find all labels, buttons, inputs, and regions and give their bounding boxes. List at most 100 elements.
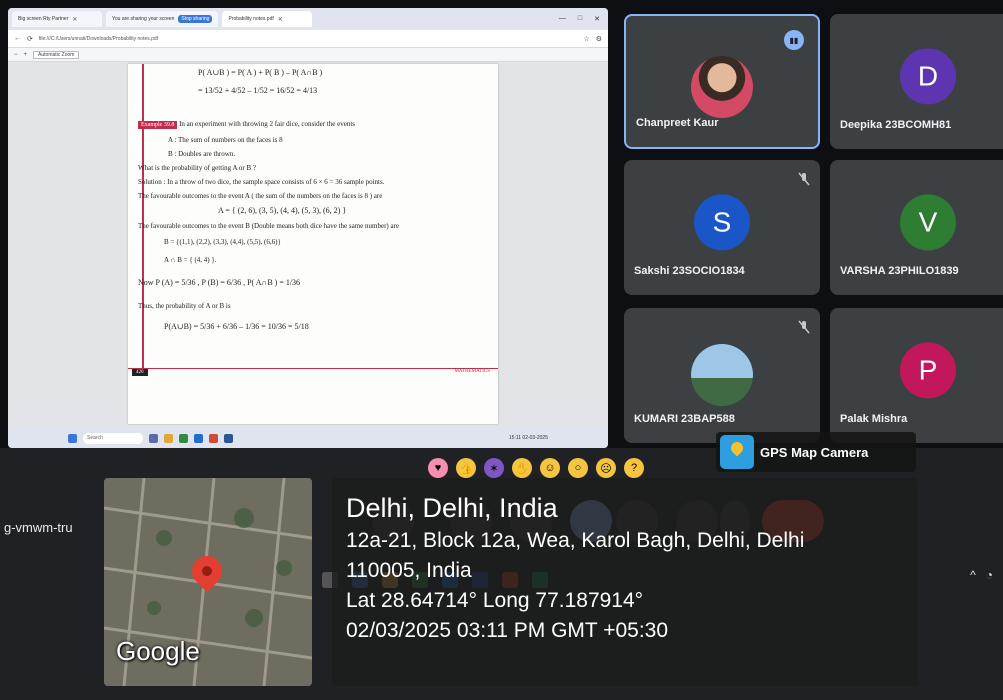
chevron-up-icon[interactable]: ^ bbox=[970, 568, 976, 582]
browser-tabbar: Big screen Rty Partner ✕ You are sharing… bbox=[8, 8, 608, 30]
maximize-icon[interactable]: □ bbox=[578, 15, 582, 23]
pdf-line: A = { (2, 6), (3, 5), (4, 4), (5, 3), (6… bbox=[218, 206, 347, 215]
pdf-line: P( A∪B ) = P( A ) + P( B ) – P( A∩B ) bbox=[198, 68, 323, 77]
pdf-line: = 13/52 + 4/52 – 1/52 = 16/52 = 4/13 bbox=[198, 86, 318, 95]
google-map-label: Google bbox=[116, 636, 200, 666]
gps-camera-logo-icon bbox=[720, 435, 754, 469]
file-explorer-icon[interactable] bbox=[164, 433, 173, 443]
taskbar-search[interactable]: Search bbox=[83, 432, 143, 444]
participant-photo bbox=[691, 56, 753, 118]
pdf-line: A ∩ B = { (4, 4) }. bbox=[164, 256, 217, 264]
pdf-line: A : The sum of numbers on the faces is 8 bbox=[168, 136, 283, 144]
participant-tile[interactable]: D Deepika 23BCOMH81 bbox=[830, 14, 1003, 149]
pdf-viewer: P( A∪B ) = P( A ) + P( B ) – P( A∩B ) = … bbox=[8, 62, 608, 428]
participant-name: Palak Mishra bbox=[840, 413, 908, 425]
sad-reaction-icon[interactable]: ☹ bbox=[596, 458, 616, 478]
laugh-reaction-icon[interactable]: ☺ bbox=[540, 458, 560, 478]
participant-tile[interactable]: ▮▮ Chanpreet Kaur bbox=[624, 14, 820, 149]
reload-icon[interactable]: ⟳ bbox=[27, 35, 33, 43]
mic-off-icon bbox=[798, 320, 810, 334]
pdf-line: Example 39.8 In an experiment with throw… bbox=[138, 120, 355, 129]
tab-label: Probability notes.pdf bbox=[228, 16, 274, 22]
surprised-reaction-icon[interactable]: ○ bbox=[568, 458, 588, 478]
pdf-page: P( A∪B ) = P( A ) + P( B ) – P( A∩B ) = … bbox=[128, 64, 498, 424]
participant-tile[interactable]: KUMARI 23BAP588 bbox=[624, 308, 820, 443]
pdf-line: Now P (A) = 5/36 , P (B) = 6/36 , P( A∩B… bbox=[138, 278, 301, 287]
gps-coordinates: Lat 28.64714° Long 77.187914° bbox=[346, 589, 644, 612]
zoom-out-icon[interactable]: − bbox=[14, 52, 18, 58]
extensions-icon[interactable]: ⚙ bbox=[596, 35, 602, 43]
page-footer-mark: MATHEMATICS bbox=[454, 369, 490, 374]
mic-off-icon bbox=[798, 172, 810, 186]
page-number: 420 bbox=[132, 369, 148, 376]
participant-tile[interactable]: P Palak Mishra bbox=[830, 308, 1003, 443]
zoom-select[interactable]: Automatic Zoom bbox=[33, 50, 80, 59]
pdf-line: The favourable outcomes to the event A (… bbox=[138, 192, 383, 200]
star-icon[interactable]: ☆ bbox=[583, 35, 589, 43]
taskbar-clock: 15:11 02-03-2025 bbox=[508, 435, 548, 441]
gps-city: Delhi, Delhi, India bbox=[346, 493, 558, 523]
windows-start-icon[interactable] bbox=[68, 433, 77, 443]
pdf-line: B = {(1,1), (2,2), (3,3), (4,4), (5,5), … bbox=[164, 238, 281, 246]
network-icon[interactable]: ◔ bbox=[986, 568, 993, 582]
tab-label: Big screen Rty Partner bbox=[18, 16, 69, 22]
thumbs-up-reaction-icon[interactable]: 👍 bbox=[456, 458, 476, 478]
pdf-line: What is the probability of getting A or … bbox=[138, 164, 257, 172]
window-controls: — □ ✕ bbox=[559, 15, 604, 23]
participant-name: Chanpreet Kaur bbox=[636, 117, 719, 129]
participant-avatar: S bbox=[694, 193, 750, 250]
participant-name: VARSHA 23PHILO1839 bbox=[840, 265, 959, 277]
word-icon[interactable] bbox=[224, 433, 233, 443]
shared-screen: Big screen Rty Partner ✕ You are sharing… bbox=[8, 8, 608, 448]
page-footer-line bbox=[128, 368, 498, 378]
participant-name: Deepika 23BCOMH81 bbox=[840, 119, 952, 131]
system-tray: ^ ◔ bbox=[970, 568, 993, 582]
participant-tile[interactable]: V VARSHA 23PHILO1839 bbox=[830, 160, 1003, 295]
participant-name: KUMARI 23BAP588 bbox=[634, 413, 735, 425]
gps-address-line2: 110005, India bbox=[346, 559, 472, 582]
browser-tab-3[interactable]: Probability notes.pdf ✕ bbox=[222, 11, 313, 27]
pdf-line: P(A∪B) = 5/36 + 6/36 – 1/36 = 10/36 = 5/… bbox=[164, 322, 309, 331]
page-margin-line bbox=[142, 64, 144, 374]
zoom-in-icon[interactable]: + bbox=[24, 52, 28, 58]
participant-avatar: D bbox=[900, 47, 956, 104]
pdf-line: Thus, the probability of A or B is bbox=[138, 302, 231, 310]
gps-camera-header: GPS Map Camera bbox=[716, 432, 916, 472]
edge-icon[interactable] bbox=[194, 433, 203, 443]
gps-location-panel: Delhi, Delhi, India 12a-21, Block 12a, W… bbox=[332, 478, 918, 686]
pdf-line: B : Doubles are thrown. bbox=[168, 150, 236, 158]
participant-avatar: V bbox=[900, 193, 956, 250]
gps-address-line1: 12a-21, Block 12a, Wea, Karol Bagh, Delh… bbox=[346, 529, 805, 552]
app-icon[interactable] bbox=[209, 433, 218, 443]
clap-reaction-icon[interactable]: ✋ bbox=[512, 458, 532, 478]
shared-taskbar: Search 15:11 02-03-2025 bbox=[8, 428, 608, 448]
close-icon[interactable]: ✕ bbox=[594, 15, 600, 23]
close-icon[interactable]: ✕ bbox=[72, 16, 77, 23]
close-icon[interactable]: ✕ bbox=[278, 16, 283, 23]
heart-reaction-icon[interactable]: ♥ bbox=[428, 458, 448, 478]
pdf-line: The favourable outcomes to the event B (… bbox=[138, 222, 400, 230]
address-bar: ← ⟳ file:///C:/Users/unnati/Downloads/Pr… bbox=[8, 30, 608, 48]
chrome-icon[interactable] bbox=[179, 433, 188, 443]
browser-tab-1[interactable]: Big screen Rty Partner ✕ bbox=[12, 11, 102, 27]
participant-avatar: P bbox=[900, 341, 956, 398]
task-view-icon[interactable] bbox=[149, 433, 158, 443]
url-field[interactable]: file:///C:/Users/unnati/Downloads/Probab… bbox=[39, 36, 578, 42]
participant-photo bbox=[691, 344, 753, 406]
participant-name: Sakshi 23SOCIO1834 bbox=[634, 265, 745, 277]
reaction-bar: ♥ 👍 ✶ ✋ ☺ ○ ☹ ? bbox=[428, 458, 644, 478]
thinking-reaction-icon[interactable]: ? bbox=[624, 458, 644, 478]
gps-camera-brand: GPS Map Camera bbox=[760, 444, 869, 460]
speaking-indicator-icon: ▮▮ bbox=[784, 30, 804, 50]
example-text: In an experiment with throwing 2 fair di… bbox=[179, 120, 355, 128]
participant-tile[interactable]: S Sakshi 23SOCIO1834 bbox=[624, 160, 820, 295]
pdf-line: Solution : In a throw of two dice, the s… bbox=[138, 178, 385, 186]
browser-tab-2[interactable]: You are sharing your screen Stop sharing bbox=[106, 11, 219, 27]
meeting-code: g-vmwm-tru bbox=[4, 520, 73, 535]
stop-sharing-button[interactable]: Stop sharing bbox=[178, 15, 213, 23]
pdf-toolbar: − + Automatic Zoom bbox=[8, 48, 608, 62]
minimize-icon[interactable]: — bbox=[559, 15, 566, 23]
tab-label: You are sharing your screen bbox=[112, 16, 175, 22]
party-reaction-icon[interactable]: ✶ bbox=[484, 458, 504, 478]
back-icon[interactable]: ← bbox=[14, 35, 21, 42]
